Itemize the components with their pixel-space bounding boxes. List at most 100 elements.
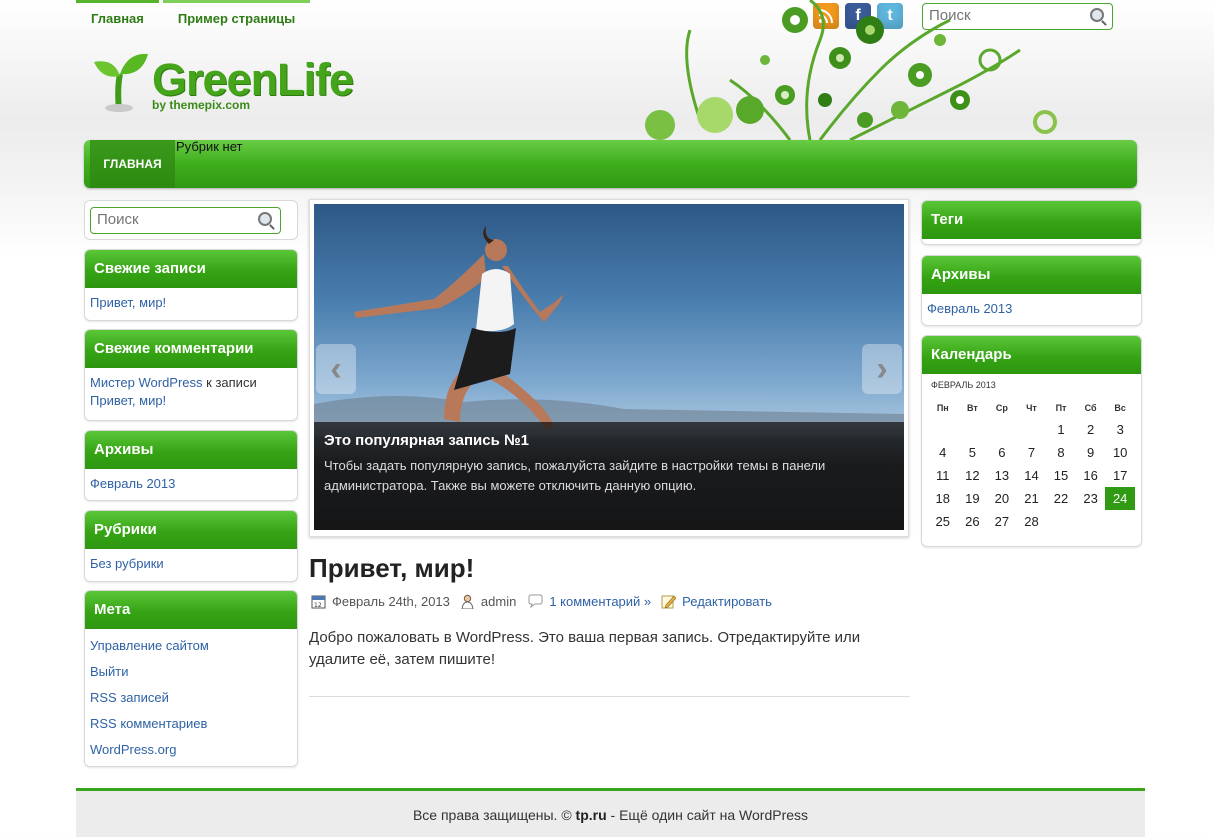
archive-link[interactable]: Февраль 2013 [90, 476, 175, 491]
comment-post-link[interactable]: Привет, мир! [90, 393, 166, 408]
post-body: Добро пожаловать в WordPress. Это ваша п… [309, 629, 861, 668]
top-nav: Главная Пример страницы [76, 0, 311, 37]
calendar-week: 4 5 6 7 8 9 10 [928, 441, 1135, 464]
calendar-day: 22 [1053, 491, 1069, 506]
search-icon[interactable] [1090, 8, 1104, 22]
top-nav-home[interactable]: Главная [76, 0, 159, 37]
top-nav-sample-page[interactable]: Пример страницы [162, 0, 311, 37]
calendar-week: 1 2 3 [928, 418, 1135, 441]
calendar-day: 28 [1024, 514, 1039, 529]
widget-title: Теги [922, 201, 1141, 239]
widget-archives-right: Архивы Февраль 2013 [921, 255, 1142, 326]
category-link[interactable]: Без рубрики [90, 556, 164, 571]
comment-author-link[interactable]: Мистер WordPress [90, 375, 203, 390]
widget-title: Свежие записи [85, 250, 297, 288]
calendar-day: 6 [998, 445, 1006, 460]
featured-slider: ‹ › Это популярная запись №1 Чтобы задат… [309, 199, 909, 537]
calendar-day: 25 [935, 514, 951, 529]
calendar-day: 20 [994, 491, 1010, 506]
site-logo[interactable]: GreenLife by themepix.com [92, 50, 354, 120]
sidebar-search-box [90, 207, 281, 234]
calendar-table: Пн Вт Ср Чт Пт Сб Вс 1 2 3 4 5 6 7 8 9 10 11 12 13 14 15 16 17… [928, 398, 1135, 533]
footer-copyright: Все права защищены. © [412, 807, 572, 823]
meta-link-logout[interactable]: Выйти [90, 664, 129, 679]
post-meta: 12 Февраль 24th, 2013 admin 1 комментари… [311, 594, 772, 609]
calendar-week: 18 19 20 21 22 23 24 [928, 487, 1135, 510]
svg-text:12: 12 [314, 602, 322, 609]
calendar-weekday: Вс [1114, 403, 1126, 413]
widget-title: Архивы [922, 256, 1141, 294]
calendar-day: 21 [1024, 491, 1039, 506]
post-comments-link[interactable]: 1 комментарий » [549, 594, 651, 609]
edit-icon [661, 595, 677, 609]
calendar-day: 14 [1024, 468, 1039, 483]
meta-link-admin[interactable]: Управление сайтом [90, 638, 209, 653]
calendar-weekday: Пт [1055, 403, 1067, 413]
widget-tags: Теги [921, 200, 1142, 245]
calendar-day: 17 [1112, 468, 1128, 483]
comment-connector: к записи [206, 375, 257, 390]
widget-title: Календарь [922, 336, 1141, 374]
widget-meta: Мета Управление сайтом Выйти RSS записей… [84, 590, 298, 767]
author-icon [461, 594, 474, 609]
calendar-day [958, 418, 988, 441]
floral-decoration [645, 0, 1057, 140]
calendar-weekday: Ср [995, 403, 1008, 413]
search-icon[interactable] [258, 212, 272, 226]
calendar-day: 9 [1086, 445, 1095, 460]
slider-next-button[interactable]: › [862, 344, 902, 394]
post-title[interactable]: Привет, мир! [309, 553, 474, 584]
slider-prev-button[interactable]: ‹ [316, 344, 356, 394]
calendar-day [1076, 510, 1106, 533]
calendar-day: 4 [939, 445, 947, 460]
calendar-day [1046, 510, 1076, 533]
meta-link-rss-posts[interactable]: RSS записей [90, 690, 169, 705]
main-nav: ГЛАВНАЯ Рубрик нет [84, 139, 1137, 188]
archive-link[interactable]: Февраль 2013 [927, 301, 1012, 316]
meta-link-rss-comments[interactable]: RSS комментариев [90, 716, 207, 731]
widget-calendar: Календарь ФЕВРАЛЬ 2013 Пн Вт Ср Чт Пт Сб Вс 12… [921, 335, 1142, 547]
post-edit-link[interactable]: Редактировать [682, 594, 772, 609]
slide-description: Чтобы задать популярную запись, пожалуйс… [324, 458, 826, 493]
calendar-day [928, 418, 958, 441]
calendar-day [1017, 418, 1047, 441]
widget-categories: Рубрики Без рубрики [84, 510, 298, 582]
calendar-day: 18 [935, 491, 951, 506]
slide-image[interactable]: ‹ › Это популярная запись №1 Чтобы задат… [314, 204, 904, 530]
calendar-day: 3 [1116, 422, 1124, 437]
calendar-week: 11 12 13 14 15 16 17 [928, 464, 1135, 487]
footer: Все права защищены. © tp.ru - Ещё один с… [76, 788, 1145, 837]
recent-post-link[interactable]: Привет, мир! [90, 295, 166, 310]
widget-title: Рубрики [85, 511, 297, 549]
calendar-day: 10 [1112, 445, 1128, 460]
calendar-caption: ФЕВРАЛЬ 2013 [931, 380, 996, 390]
sidebar-search-input[interactable] [91, 208, 253, 231]
sprout-icon [94, 53, 148, 112]
calendar-day: 7 [1027, 445, 1036, 460]
slide-caption: Это популярная запись №1 Чтобы задать по… [314, 422, 904, 530]
calendar-day: 27 [994, 514, 1010, 529]
calendar-week: 25 26 27 28 [928, 510, 1135, 533]
calendar-day: 2 [1086, 422, 1095, 437]
calendar-day: 11 [936, 468, 950, 483]
calendar-weekday: Чт [1026, 403, 1037, 413]
calendar-day [1105, 510, 1135, 533]
slide-title[interactable]: Это популярная запись №1 [324, 432, 529, 449]
footer-site-link[interactable]: tp.ru [576, 807, 607, 823]
calendar-weekday: Сб [1084, 403, 1097, 413]
calendar-day: 19 [965, 491, 980, 506]
widget-recent-posts: Свежие записи Привет, мир! [84, 249, 298, 321]
post-divider [309, 696, 910, 697]
calendar-day: 26 [965, 514, 980, 529]
calendar-day: 12 [965, 468, 980, 483]
widget-recent-comments: Свежие комментарии Мистер WordPress к за… [84, 329, 298, 421]
calendar-weekday: Пн [936, 403, 949, 413]
post-date: Февраль 24th, 2013 [332, 594, 450, 609]
meta-link-wordpress-org[interactable]: WordPress.org [90, 742, 176, 757]
widget-title: Архивы [85, 431, 297, 469]
footer-tagline: - Ещё один сайт на WordPress [610, 807, 809, 823]
calendar: ФЕВРАЛЬ 2013 Пн Вт Ср Чт Пт Сб Вс 1 2 3 4 5 6 7 8 9 10 1… [922, 374, 1141, 537]
main-nav-home[interactable]: ГЛАВНАЯ [90, 140, 175, 188]
calendar-day [987, 418, 1017, 441]
calendar-day: 5 [968, 445, 976, 460]
